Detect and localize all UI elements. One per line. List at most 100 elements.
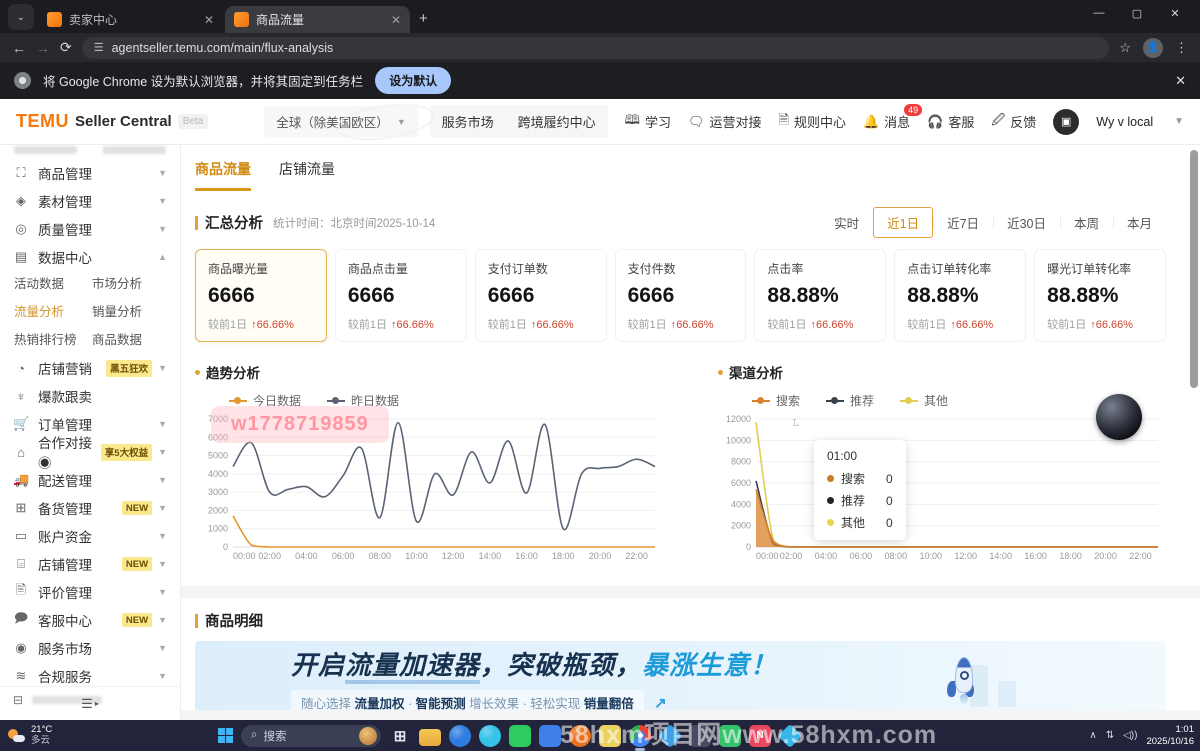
legend-item[interactable]: 其他 (900, 392, 948, 409)
sidebar-subitem[interactable]: 市场分析 (92, 273, 180, 292)
sidebar-item[interactable]: 🗩客服中心NEW▼ (0, 606, 180, 634)
avatar[interactable]: ▣ (1053, 109, 1079, 135)
forward-icon[interactable]: → (36, 40, 50, 56)
legend-marker-icon (826, 400, 844, 402)
promo-banner[interactable]: 开启流量加速器，突破瓶颈，暴涨生意！ 随心选择 流量加权 · 智能预测 增长效果… (195, 641, 1166, 719)
header-nav-headset[interactable]: 🎧客服 (927, 112, 974, 131)
start-button[interactable] (218, 728, 233, 743)
weather-widget[interactable]: 21°C 多云 (0, 725, 52, 747)
chrome-icon[interactable] (629, 725, 651, 747)
header-nav-bell[interactable]: 🔔消息49 (863, 112, 910, 131)
sidebar-item[interactable]: 🚚配送管理▼ (0, 466, 180, 494)
reload-icon[interactable]: ⟳ (60, 39, 72, 56)
sidebar-item[interactable]: ⌂合作对接◉享5大权益▼ (0, 438, 180, 466)
gem-blue-icon[interactable] (658, 723, 682, 747)
minimize-button[interactable]: — (1080, 0, 1118, 26)
video-green-icon[interactable] (719, 725, 741, 747)
close-button[interactable]: ✕ (1156, 0, 1194, 26)
range-button[interactable]: 本月 (1113, 207, 1166, 238)
header-nav-chat[interactable]: 🗨运营对接 (688, 112, 762, 131)
sidebar-item-label: 数据中心 (38, 247, 92, 267)
notes-icon[interactable] (599, 725, 621, 747)
stat-card[interactable]: 点击订单转化率88.88%较前1日↑66.66% (894, 249, 1026, 342)
tab-search-button[interactable]: ⌄ (8, 4, 34, 30)
sidebar-item[interactable]: ♆爆款跟卖 (0, 382, 180, 410)
sidebar-item[interactable]: ⌸店铺管理NEW▼ (0, 550, 180, 578)
sidebar-item[interactable]: ◈素材管理▼ (0, 187, 180, 215)
taskbar-clock[interactable]: 1:01 2025/10/16 (1146, 724, 1194, 747)
profile-icon[interactable]: 👤 (1143, 38, 1163, 58)
header-nav-feedback[interactable]: 🖉反馈 (991, 111, 1036, 133)
taskbar-search[interactable]: ⌕ 搜索 (241, 725, 381, 747)
maximize-button[interactable]: ▢ (1118, 0, 1156, 26)
edge-icon[interactable] (479, 725, 501, 747)
sidebar-item[interactable]: ◉服务市场▼ (0, 634, 180, 662)
sidebar-item[interactable]: ⛶商品管理▼ (0, 159, 180, 187)
chevron-down-icon[interactable]: ▼ (1174, 116, 1184, 127)
camera-app-icon[interactable] (689, 725, 711, 747)
new-tab-button[interactable]: + (419, 10, 428, 27)
sidebar-item[interactable]: ◔店铺营销黑五狂欢▼ (0, 354, 180, 382)
bookmark-star-icon[interactable]: ☆ (1119, 40, 1131, 56)
site-settings-icon[interactable]: ☰ (94, 41, 104, 54)
tab-商品流量[interactable]: 商品流量 (195, 159, 251, 191)
banner-headline-part: 暴涨生意 (642, 650, 750, 680)
channel-chart[interactable]: 02000400060008000100001200000:0002:0004:… (718, 411, 1166, 563)
legend-item[interactable]: 推荐 (826, 392, 874, 409)
browser-tab[interactable]: 商品流量✕ (225, 6, 410, 33)
banner-close-icon[interactable]: ✕ (1175, 73, 1186, 89)
browser-blue-icon[interactable] (449, 725, 471, 747)
section-accent-bar (195, 216, 198, 230)
network-icon[interactable]: ⇅ (1106, 730, 1114, 741)
tab-close-icon[interactable]: ✕ (391, 13, 401, 27)
range-button[interactable]: 近7日 (933, 207, 993, 238)
sidebar-item[interactable]: ⊞备货管理NEW▼ (0, 494, 180, 522)
menu-kebab-icon[interactable]: ⋮ (1175, 40, 1188, 56)
legend-item[interactable]: 搜索 (752, 392, 800, 409)
tab-店铺流量[interactable]: 店铺流量 (279, 159, 335, 191)
range-button[interactable]: 近30日 (993, 207, 1060, 238)
set-default-button[interactable]: 设为默认 (375, 67, 451, 94)
header-nav-book[interactable]: 🕮学习 (625, 111, 671, 133)
range-button[interactable]: 实时 (820, 207, 873, 238)
task-view-icon[interactable]: ⊞ (389, 725, 411, 747)
url-bar[interactable]: ☰ agentseller.temu.com/main/flux-analysi… (82, 37, 1110, 59)
header-nav-doc[interactable]: 🗎规则中心 (779, 111, 846, 133)
file-explorer-icon[interactable] (419, 729, 441, 746)
sidebar-subitem[interactable]: 活动数据 (14, 273, 92, 292)
stat-card[interactable]: 曝光订单转化率88.88%较前1日↑66.66% (1034, 249, 1166, 342)
wechat-icon[interactable] (509, 725, 531, 747)
stat-card[interactable]: 支付订单数6666较前1日↑66.66% (475, 249, 607, 342)
scrollbar-thumb[interactable] (1190, 150, 1198, 388)
temu-logo[interactable]: TEMU (16, 111, 69, 132)
red-n-icon[interactable]: N (749, 725, 771, 747)
page-scrollbar[interactable] (1189, 148, 1198, 717)
stat-card[interactable]: 商品曝光量6666较前1日↑66.66% (195, 249, 327, 342)
range-button[interactable]: 近1日 (873, 207, 933, 238)
tab-close-icon[interactable]: ✕ (204, 13, 214, 27)
stat-card[interactable]: 点击率88.88%较前1日↑66.66% (754, 249, 886, 342)
sidebar-item[interactable]: ▤数据中心▲ (0, 243, 180, 271)
chevron-down-icon: ▼ (158, 475, 167, 485)
tray-chevron-up-icon[interactable]: ∧ (1089, 730, 1096, 741)
browser-tab[interactable]: 卖家中心✕ (38, 6, 223, 33)
stat-card[interactable]: 支付件数6666较前1日↑66.66% (615, 249, 747, 342)
volume-icon[interactable]: ◁)) (1123, 730, 1137, 741)
sidebar-subitem[interactable]: 销量分析 (92, 301, 180, 320)
sidebar-item[interactable]: ▭账户资金▼ (0, 522, 180, 550)
sidebar-subitem[interactable]: 热销排行榜 (14, 329, 92, 348)
sidebar-subitem[interactable]: 商品数据 (92, 329, 180, 348)
stat-card[interactable]: 商品点击量6666较前1日↑66.66% (335, 249, 467, 342)
header-nav-link[interactable]: 服务市场 (430, 105, 506, 138)
sidebar-item[interactable]: ◎质量管理▼ (0, 215, 180, 243)
header-nav-link[interactable]: 跨境履约中心 (506, 105, 608, 138)
sidebar-collapse-button[interactable]: ☰▸ (0, 686, 180, 720)
sidebar-subitem[interactable]: 流量分析 (14, 301, 92, 320)
sidebar-badge: NEW (122, 501, 152, 515)
firefox-icon[interactable] (569, 725, 591, 747)
back-icon[interactable]: ← (12, 40, 26, 56)
sidebar-item[interactable]: 🖹评价管理▼ (0, 578, 180, 606)
range-button[interactable]: 本周 (1060, 207, 1113, 238)
app-blue-icon[interactable] (539, 725, 561, 747)
gem-blue2-icon[interactable] (778, 723, 802, 747)
